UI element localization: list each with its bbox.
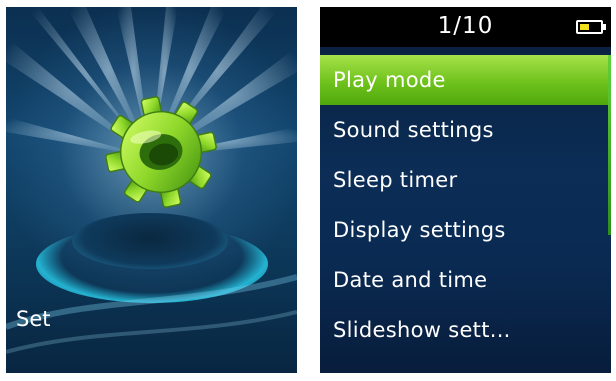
settings-screen: 1/10 Play mode Sound settings Sleep time…: [320, 7, 611, 373]
main-menu-screen: Set: [6, 7, 297, 373]
status-bar: 1/10: [320, 7, 611, 47]
battery-level: [580, 24, 589, 30]
menu-item-slideshow-settings[interactable]: Slideshow sett...: [320, 305, 611, 355]
menu-item-play-mode[interactable]: Play mode: [320, 55, 611, 105]
menu-item-date-and-time[interactable]: Date and time: [320, 255, 611, 305]
gear-icon[interactable]: [102, 93, 220, 211]
menu-item-display-settings[interactable]: Display settings: [320, 205, 611, 255]
battery-icon: [576, 20, 606, 34]
menu-label: Set: [16, 307, 51, 331]
menu-item-sound-settings[interactable]: Sound settings: [320, 105, 611, 155]
menu-item-sleep-timer[interactable]: Sleep timer: [320, 155, 611, 205]
settings-menu: Play mode Sound settings Sleep timer Dis…: [320, 55, 611, 355]
scrollbar[interactable]: [608, 55, 611, 235]
page-indicator: 1/10: [437, 13, 494, 39]
